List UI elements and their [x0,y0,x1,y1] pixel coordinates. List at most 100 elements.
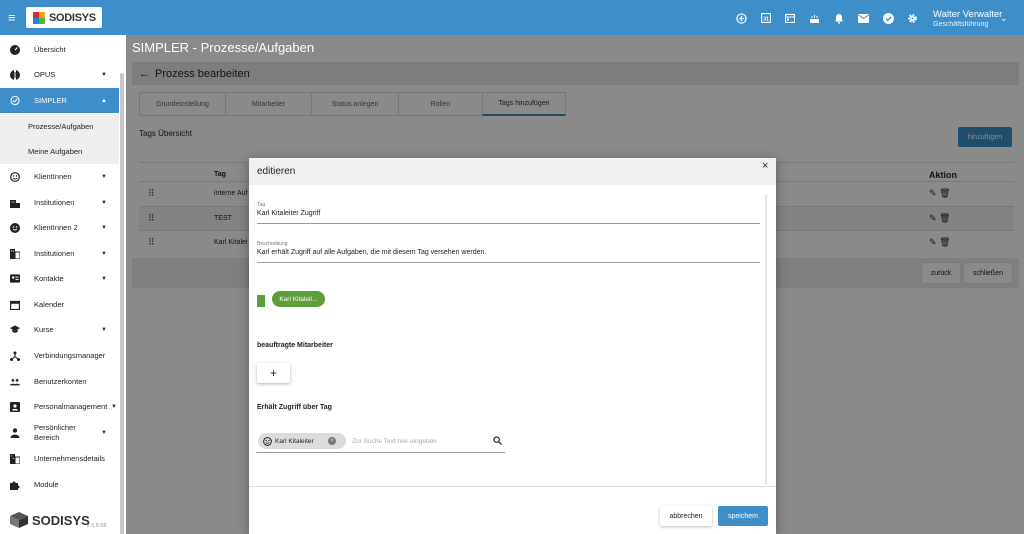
sidebar-item-label: Übersicht [34,45,66,54]
building-icon [10,198,20,208]
row-actions: ✎ 🗑 [929,213,951,224]
sidebar-item-label: KlientInnen [34,172,72,181]
sidebar-item-persoenlicher-bereich[interactable]: Persönlicher Bereich ▼ [0,419,119,447]
search-icon[interactable] [493,436,502,445]
smiley-icon [10,171,20,182]
dialog-scrollbar[interactable] [765,195,767,485]
dialog-header: editieren [249,158,776,185]
sidebar-item-kontakte[interactable]: Kontakte ▼ [0,266,119,291]
drag-handle-icon[interactable]: ⠿ [148,188,155,199]
sidebar-item-label: Verbindungsmanager [34,351,106,360]
sidebar-item-institutionen-2[interactable]: Institutionen ▼ [0,241,119,266]
sidebar-item-label: Institutionen [34,249,75,258]
top-icon-bar: 31 [733,10,929,26]
sidebar-item-module[interactable]: Module [0,472,119,497]
menu-icon[interactable]: ≡ [8,11,16,24]
access-autocomplete[interactable]: Karl Kitaleiter × [256,430,505,453]
sidebar-item-kalender[interactable]: Kalender [0,292,119,317]
sidebar-item-label: Unternehmensdetails [34,454,105,463]
users-icon [10,377,20,387]
delete-icon[interactable]: 🗑 [939,237,950,247]
logo-cube-icon [10,512,28,528]
sidebar-item-label: Kontakte [34,274,64,283]
gear-icon[interactable] [905,10,921,26]
person-icon [10,428,20,438]
sidebar-subitem-prozesse[interactable]: Prozesse/Aufgaben [0,114,119,139]
sidebar-item-unternehmensdetails[interactable]: Unternehmensdetails [0,446,119,471]
tab-status-anlegen[interactable]: Status anlegen [311,92,398,116]
speedometer-icon [10,44,20,55]
company-icon [10,248,20,259]
sidebar-item-label: OPUS [34,70,56,79]
table-cell-tag: TEST [214,215,232,222]
tab-tags-hinzufuegen[interactable]: Tags hinzufügen [482,92,566,116]
tag-color-picker[interactable] [257,295,265,307]
edit-icon[interactable]: ✎ [929,188,937,198]
close-button[interactable]: schließen [964,263,1012,283]
back-button[interactable]: zurück [922,263,960,283]
edit-tag-dialog: editieren × Tag Karl Kitaleiter Zugriff … [249,158,776,534]
user-menu[interactable]: Walter Verwalter Geschäftsführung [933,9,1002,29]
back-arrow-icon[interactable]: ← [139,68,150,80]
caret-down-icon: ▼ [111,403,117,410]
drag-handle-icon[interactable]: ⠿ [148,237,155,248]
table-cell-tag: Karl Kitalei [214,239,248,246]
add-tag-button[interactable]: hinzufügen [958,127,1012,147]
delete-icon[interactable]: 🗑 [939,213,950,223]
dialog-footer-divider [249,486,776,487]
close-icon[interactable]: × [762,160,768,172]
sidebar-subitem-meine-aufgaben[interactable]: Meine Aufgaben [0,139,119,164]
sidebar-item-uebersicht[interactable]: Übersicht [0,37,119,62]
tab-mitarbeiter[interactable]: Mitarbeiter [225,92,311,116]
drag-handle-icon[interactable]: ⠿ [148,213,155,224]
network-icon [10,351,20,361]
sidebar-item-benutzerkonten[interactable]: Benutzerkonten [0,369,119,394]
chip-remove-icon[interactable]: × [328,437,336,445]
cancel-button[interactable]: abbrechen [660,506,712,526]
add-circle-icon[interactable] [733,10,749,26]
tag-name-value: Karl Kitaleiter Zugriff [257,210,321,217]
check-circle-icon[interactable] [880,10,896,26]
tag-name-field[interactable]: Tag Karl Kitaleiter Zugriff [257,202,760,224]
cake-icon[interactable] [807,10,823,26]
chevron-down-icon[interactable]: ⌄ [1000,13,1008,24]
sidebar-scrollbar[interactable] [120,73,124,534]
bell-icon[interactable] [831,10,847,26]
description-label: Beschreibung [257,241,288,247]
selected-person-chip[interactable]: Karl Kitaleiter × [258,433,346,449]
description-field[interactable]: Beschreibung Karl erhält Zugriff auf all… [257,241,760,263]
brand-name: SODISYS [49,11,96,24]
caret-down-icon: ▼ [101,430,107,436]
sidebar-item-personalmanagement[interactable]: Personalmanagement ▼ [0,394,119,419]
puzzle-icon [10,480,20,490]
sidebar-item-verbindungsmanager[interactable]: Verbindungsmanager [0,343,119,368]
sidebar-item-opus[interactable]: OPUS ▼ [0,62,119,87]
chip-label: Karl Kitaleiter [275,437,314,445]
sidebar-item-label: Kurse [34,325,54,334]
user-role: Geschäftsführung [933,21,989,28]
tab-rollen[interactable]: Rollen [398,92,482,116]
delete-icon[interactable]: 🗑 [939,188,950,198]
edit-icon[interactable]: ✎ [929,237,937,247]
sidebar-item-kurse[interactable]: Kurse ▼ [0,317,119,342]
badge-icon [10,401,20,412]
tag-name-label: Tag [257,202,266,208]
brand-logo[interactable]: SODISYS [26,7,102,28]
logo-cube-icon [33,11,45,24]
search-input[interactable] [352,430,492,453]
sidebar-item-institutionen[interactable]: Institutionen ▼ [0,190,119,215]
save-button[interactable]: speichem [718,506,768,526]
description-value: Karl erhält Zugriff auf alle Aufgaben, d… [257,249,487,256]
access-via-tag-label: Erhält Zugriff über Tag [257,404,332,411]
sidebar-item-klientinnen[interactable]: KlientInnen ▼ [0,164,119,189]
caret-down-icon: ▼ [101,326,107,333]
mail-icon[interactable] [856,10,872,26]
tab-grundeinstellung[interactable]: Grundeinstellung [139,92,225,116]
calendar-badge-icon[interactable]: 31 [758,10,774,26]
calendar-icon[interactable] [782,10,798,26]
sidebar-item-simpler[interactable]: SIMPLER ▲ [0,88,119,113]
sidebar-item-klientinnen-2[interactable]: KlientInnen 2 ▼ [0,215,119,240]
caret-down-icon: ▼ [101,250,107,257]
edit-icon[interactable]: ✎ [929,213,937,223]
add-staff-button[interactable]: + [257,363,290,383]
